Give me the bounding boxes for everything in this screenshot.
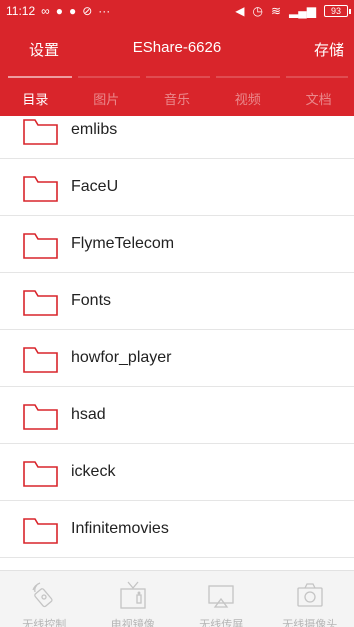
file-list[interactable]: emlibs FaceU FlymeTelecom Fonts howfor_p…	[0, 116, 354, 570]
tab-divider	[216, 76, 280, 78]
status-notification-icons: ∞ ● ● ⊘ ···	[41, 4, 110, 18]
nav-label: 电视镜像	[110, 619, 155, 627]
nav-tv-mirror[interactable]: 电视镜像	[89, 571, 178, 627]
wifi-icon: ≋	[270, 4, 282, 18]
nav-wireless-control[interactable]: 无线控制	[0, 571, 89, 627]
folder-icon	[23, 404, 58, 430]
file-name: hsad	[71, 406, 106, 423]
tab-pictures[interactable]: 图片	[71, 80, 142, 114]
tab-underline-active	[8, 76, 72, 78]
remote-control-icon	[32, 582, 53, 608]
camera-icon	[297, 583, 323, 607]
list-item[interactable]: Fonts	[0, 273, 354, 330]
list-item[interactable]: ickeck	[0, 444, 354, 501]
list-item-partial[interactable]	[0, 558, 354, 570]
screen-cast-icon	[208, 585, 234, 608]
tab-divider	[286, 76, 348, 78]
battery-icon: 93	[324, 5, 351, 17]
nav-label: 无线摄像头	[282, 619, 338, 627]
folder-icon	[23, 461, 58, 487]
list-item[interactable]: emlibs	[0, 116, 354, 159]
file-name: emlibs	[71, 121, 118, 138]
tab-documents[interactable]: 文档	[283, 80, 354, 114]
file-name: FlymeTelecom	[71, 235, 175, 252]
no-disturb-icon: ⊘	[82, 4, 93, 18]
file-name: Fonts	[71, 292, 112, 309]
nav-label: 无线传屏	[199, 619, 244, 627]
list-item[interactable]: FlymeTelecom	[0, 216, 354, 273]
file-name: howfor_player	[71, 349, 172, 366]
status-bar: 11:12 ∞ ● ● ⊘ ··· ◀ ◷ ≋ ▂▄▆ 93	[0, 0, 354, 22]
nav-screen-cast[interactable]: 无线传屏	[177, 571, 266, 627]
tv-mirror-icon	[120, 581, 146, 609]
bottom-nav: 无线控制 电视镜像 无线传屏 无线摄像头	[0, 570, 354, 627]
message-icon: ●	[68, 4, 77, 18]
device-name-title: EShare-6626	[132, 39, 222, 56]
tab-divider	[146, 76, 210, 78]
chat-bubble-icon: ●	[55, 4, 63, 18]
file-name: Infinitemovies	[71, 520, 169, 537]
top-bar: 11:12 ∞ ● ● ⊘ ··· ◀ ◷ ≋ ▂▄▆ 93 设置 EShare…	[0, 0, 354, 116]
folder-icon	[23, 518, 58, 544]
signal-icon: ▂▄▆	[289, 4, 316, 18]
folder-icon	[23, 347, 58, 373]
status-system-icons: ◀ ◷ ≋ ▂▄▆ 93	[235, 4, 351, 18]
nav-label: 无线控制	[22, 619, 67, 627]
folder-icon	[23, 119, 58, 145]
list-item[interactable]: howfor_player	[0, 330, 354, 387]
tab-music[interactable]: 音乐	[142, 80, 213, 114]
alarm-icon: ◷	[252, 4, 263, 18]
app-bar: 设置 EShare-6626 存储	[0, 22, 354, 78]
more-icon: ···	[98, 4, 111, 18]
file-name: FaceU	[71, 178, 119, 195]
category-tabs: 目录 图片 音乐 视频 文档	[0, 80, 354, 114]
list-item[interactable]: FaceU	[0, 159, 354, 216]
nav-wireless-camera[interactable]: 无线摄像头	[266, 571, 354, 627]
status-time: 11:12	[6, 4, 36, 18]
tab-video[interactable]: 视频	[212, 80, 283, 114]
tab-directory[interactable]: 目录	[0, 80, 71, 114]
folder-icon	[23, 290, 58, 316]
list-item[interactable]: Infinitemovies	[0, 501, 354, 558]
folder-icon	[23, 233, 58, 259]
file-name: ickeck	[71, 463, 116, 480]
infinity-icon: ∞	[41, 4, 50, 18]
storage-button[interactable]: 存储	[314, 39, 344, 60]
volume-icon: ◀	[235, 4, 245, 18]
folder-icon	[23, 176, 58, 202]
list-item[interactable]: hsad	[0, 387, 354, 444]
tab-divider	[78, 76, 140, 78]
